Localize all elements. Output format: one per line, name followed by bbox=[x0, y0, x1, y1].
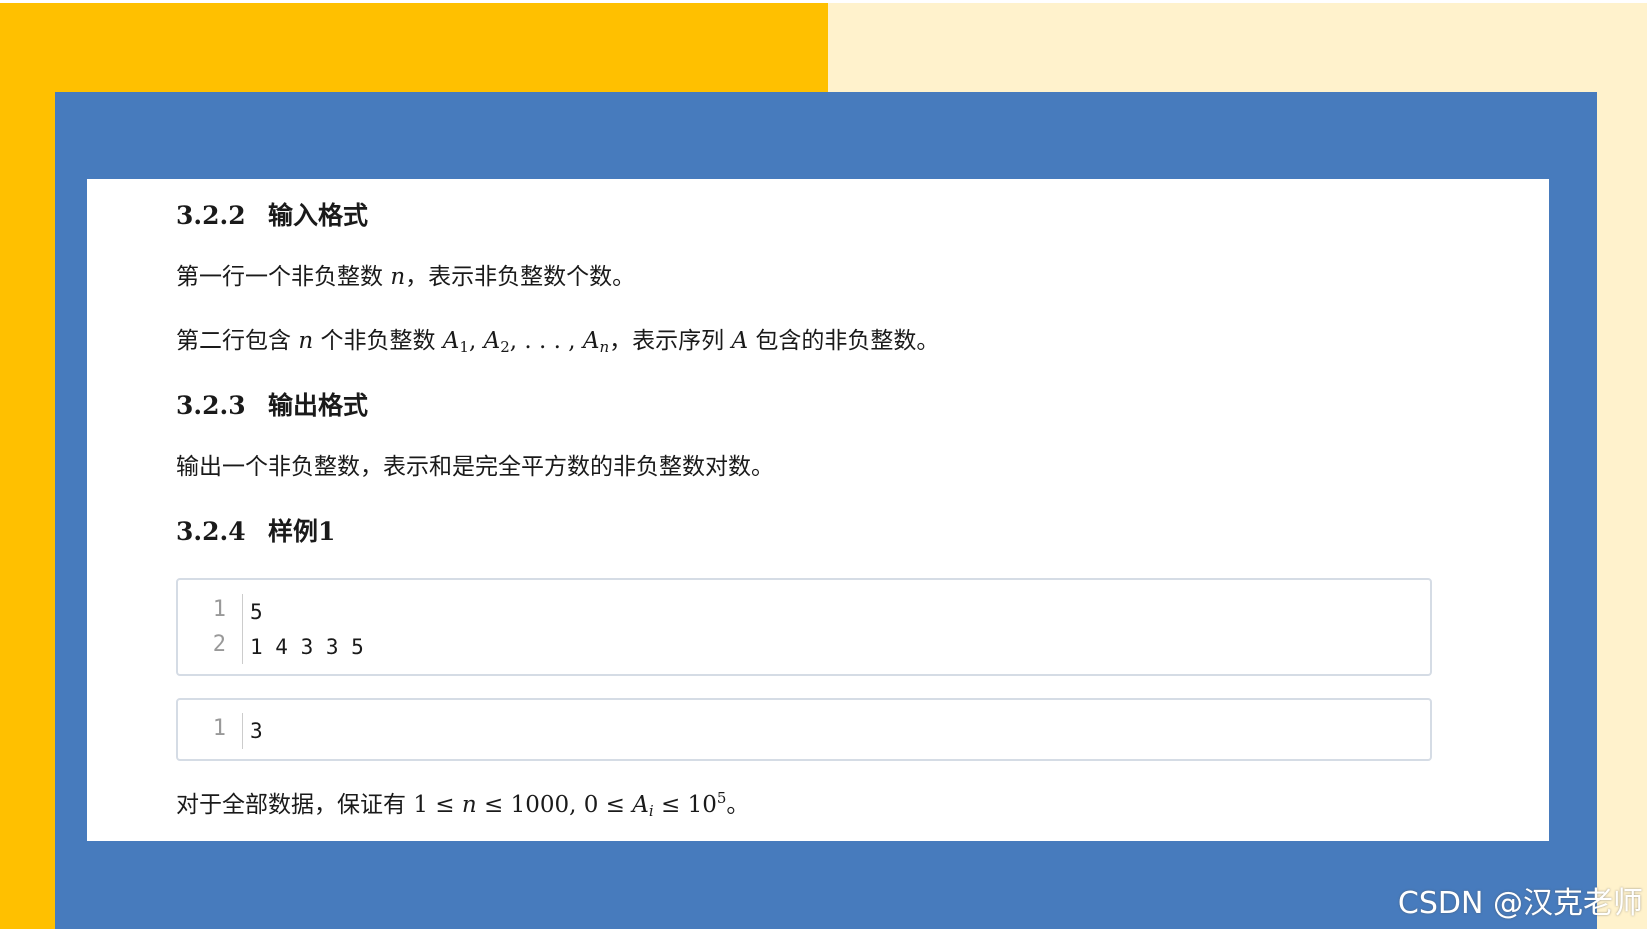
code-text: 3 bbox=[250, 719, 263, 743]
math-var-a: A bbox=[582, 328, 600, 354]
math-subscript: 1 bbox=[459, 338, 469, 356]
text: 个非负整数 bbox=[313, 328, 443, 354]
paragraph-line1: 第一行一个非负整数 n，表示非负整数个数。 bbox=[176, 262, 635, 292]
heading-sample: 3.2.4 样例1 bbox=[176, 517, 335, 547]
math-text: ≤ 1000, 0 ≤ bbox=[476, 792, 633, 818]
heading-title: 输出格式 bbox=[268, 391, 369, 420]
math-var-a: A bbox=[731, 328, 749, 354]
math-var-a: A bbox=[483, 328, 501, 354]
math-var-a: A bbox=[442, 328, 460, 354]
heading-number: 3.2.4 bbox=[176, 517, 246, 546]
paragraph-constraint: 对于全部数据，保证有 1 ≤ n ≤ 1000, 0 ≤ Ai ≤ 105。 bbox=[176, 783, 749, 826]
math-comma: , bbox=[468, 328, 484, 354]
text: 包含的非负整数。 bbox=[748, 328, 940, 354]
line-number: 1 bbox=[212, 716, 226, 741]
math-var-n: n bbox=[390, 264, 406, 290]
text: ，表示非负整数个数。 bbox=[405, 264, 636, 290]
sample-output-block[interactable]: 1 3 bbox=[176, 698, 1432, 761]
heading-number: 3.2.3 bbox=[176, 391, 246, 420]
math-var-a: A bbox=[632, 792, 649, 818]
math-var-n: n bbox=[461, 792, 477, 818]
heading-output-format: 3.2.3 输出格式 bbox=[176, 391, 368, 421]
heading-title: 输入格式 bbox=[268, 201, 369, 230]
math-subscript: 2 bbox=[500, 338, 510, 356]
code-text: 5 bbox=[250, 600, 263, 624]
paragraph-output: 输出一个非负整数，表示和是完全平方数的非负整数对数。 bbox=[176, 452, 774, 482]
csdn-watermark: CSDN @汉克老师 bbox=[1397, 886, 1643, 921]
math-superscript: 5 bbox=[716, 789, 727, 807]
text: ，表示序列 bbox=[609, 328, 732, 354]
math-var-n: n bbox=[298, 328, 314, 354]
code-line: 1 3 bbox=[178, 711, 1430, 746]
sample-input-block[interactable]: 1 5 2 1 4 3 3 5 bbox=[176, 578, 1432, 676]
code-line: 1 5 bbox=[178, 592, 1430, 627]
text: 。 bbox=[726, 792, 750, 818]
code-line: 2 1 4 3 3 5 bbox=[178, 627, 1430, 662]
math-text: ≤ 10 bbox=[653, 792, 717, 818]
math-ellipsis: , . . . , bbox=[509, 328, 583, 354]
heading-input-format: 3.2.2 输入格式 bbox=[176, 201, 368, 231]
document-sheet: 3.2.2 输入格式 第一行一个非负整数 n，表示非负整数个数。 第二行包含 n … bbox=[87, 179, 1549, 841]
math-text: 1 ≤ bbox=[413, 792, 462, 818]
text: 第二行包含 bbox=[176, 328, 299, 354]
text: 对于全部数据，保证有 bbox=[176, 792, 414, 818]
code-text: 1 4 3 3 5 bbox=[250, 635, 364, 659]
text: 输出一个非负整数，表示和是完全平方数的非负整数对数。 bbox=[176, 454, 774, 480]
math-subscript: n bbox=[599, 338, 610, 356]
heading-number: 3.2.2 bbox=[176, 201, 246, 230]
line-number: 2 bbox=[212, 632, 226, 657]
line-number: 1 bbox=[212, 597, 226, 622]
text: 第一行一个非负整数 bbox=[176, 264, 391, 290]
heading-title: 样例1 bbox=[268, 517, 336, 546]
paragraph-line2: 第二行包含 n 个非负整数 A1, A2, . . . , An，表示序列 A … bbox=[176, 326, 939, 362]
